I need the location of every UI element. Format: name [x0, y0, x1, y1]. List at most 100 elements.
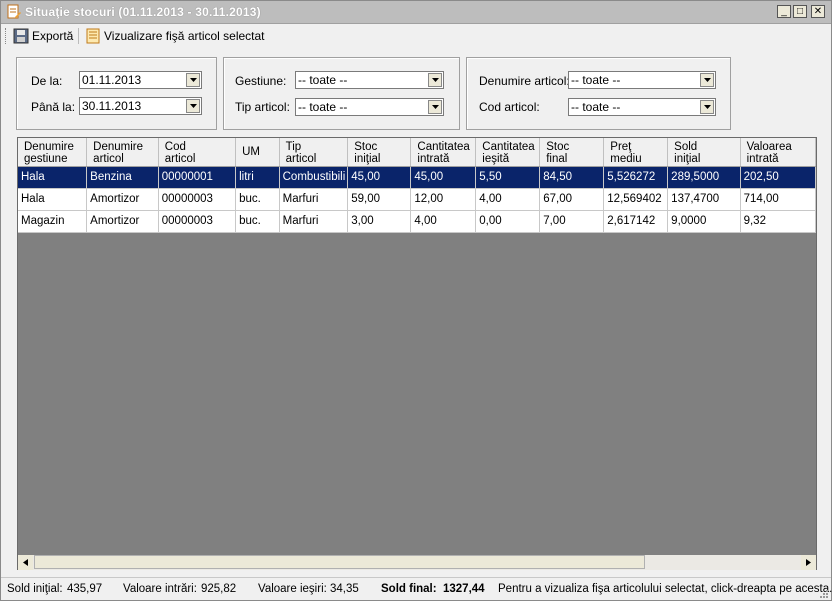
valoare-iesiri-label: Valoare ieşiri:	[258, 583, 327, 595]
from-date-picker[interactable]: 01.11.2013	[79, 71, 202, 89]
view-sheet-label: Vizualizare fişă articol selectat	[104, 29, 265, 43]
denumire-articol-value: -- toate --	[571, 73, 621, 87]
column-header-line2: gestiune	[24, 153, 68, 165]
article-filter-panel: Denumire articol: -- toate -- Cod artico…	[466, 57, 731, 130]
horizontal-scrollbar[interactable]	[18, 555, 816, 570]
scroll-right-arrow-icon[interactable]	[801, 555, 816, 570]
table-cell: buc.	[235, 188, 280, 211]
column-header[interactable]: Sold iniţial	[667, 138, 741, 167]
minimize-button[interactable]: _	[777, 5, 791, 18]
table-body: Hala Benzina 00000001 litri Combustibili 45,0…	[18, 166, 816, 233]
toolbar-separator	[78, 28, 79, 44]
gestiune-filter-panel: Gestiune: -- toate -- Tip articol: -- to…	[223, 57, 460, 130]
column-header[interactable]: Valoarea intrată	[740, 138, 816, 167]
table-cell: Combustibili	[279, 166, 349, 189]
export-button[interactable]: Exportă	[13, 27, 73, 45]
gestiune-value: -- toate --	[298, 73, 348, 87]
document-sheet-icon	[86, 28, 100, 44]
to-date-picker[interactable]: 30.11.2013	[79, 97, 202, 115]
cod-articol-select[interactable]: -- toate --	[568, 98, 716, 116]
column-header[interactable]: Denumire articol	[86, 138, 159, 167]
table-cell: Hala	[18, 188, 88, 211]
column-header-line1: UM	[242, 145, 261, 158]
column-header[interactable]: Preţ mediu	[603, 138, 669, 167]
table-cell: 0,00	[475, 210, 541, 233]
column-header-line1: Denumire	[24, 141, 74, 153]
from-date-value: 01.11.2013	[82, 73, 142, 87]
gestiune-label: Gestiune:	[235, 74, 287, 88]
table-cell: 289,5000	[667, 166, 741, 189]
resize-grip-icon[interactable]	[818, 588, 828, 598]
table-header-row: Denumire gestiune Denumire articol Cod artico…	[18, 138, 816, 167]
chevron-down-icon[interactable]	[700, 100, 714, 114]
column-header[interactable]: Tip articol	[279, 138, 349, 167]
table-cell: 3,00	[347, 210, 412, 233]
column-header[interactable]: Stoc final	[539, 138, 605, 167]
valoare-intrari-label: Valoare intrări:	[123, 583, 197, 595]
sold-initial-label: Sold iniţial:	[7, 583, 63, 595]
table-cell: 45,00	[347, 166, 412, 189]
view-sheet-button[interactable]: Vizualizare fişă articol selectat	[85, 27, 265, 45]
floppy-disk-icon	[13, 28, 29, 44]
window-title: Situaţie stocuri (01.11.2013 - 30.11.201…	[25, 5, 261, 19]
column-header[interactable]: Cantitatea ieşită	[475, 138, 541, 167]
chevron-down-icon[interactable]	[428, 100, 442, 114]
column-header[interactable]: Cantitatea intrată	[410, 138, 477, 167]
table-cell: 5,526272	[603, 166, 669, 189]
valoare-iesiri-value: 34,35	[330, 583, 359, 595]
table-cell: Hala	[18, 166, 88, 189]
table-cell: 00000003	[158, 188, 237, 211]
title-bar[interactable]: Situaţie stocuri (01.11.2013 - 30.11.201…	[1, 1, 831, 24]
column-header-line1: Stoc	[546, 141, 570, 153]
from-date-label: De la:	[31, 74, 63, 88]
chevron-down-icon[interactable]	[186, 73, 200, 87]
close-button[interactable]: ✕	[811, 5, 825, 18]
table-cell: 9,0000	[667, 210, 741, 233]
table-row[interactable]: Magazin Amortizor 00000003 buc. Marfuri 3,00 4…	[18, 210, 816, 233]
table-cell: Amortizor	[86, 188, 159, 211]
table-cell: Magazin	[18, 210, 88, 233]
table-row[interactable]: Hala Benzina 00000001 litri Combustibili 45,0…	[18, 166, 816, 189]
column-header-line1: Cantitatea	[417, 141, 470, 153]
column-header-line1: Cod	[164, 141, 186, 153]
table-cell: 7,00	[539, 210, 605, 233]
denumire-articol-label: Denumire articol:	[479, 74, 570, 88]
cod-articol-value: -- toate --	[571, 100, 621, 114]
stock-grid[interactable]: Denumire gestiune Denumire articol Cod artico…	[17, 137, 817, 570]
column-header[interactable]: Denumire gestiune	[18, 138, 88, 167]
cod-articol-label: Cod articol:	[479, 100, 540, 114]
main-window: Situaţie stocuri (01.11.2013 - 30.11.201…	[0, 0, 832, 601]
table-cell: 714,00	[740, 188, 816, 211]
toolbar-grip[interactable]	[5, 28, 8, 44]
column-header-line1: Valoarea	[746, 141, 792, 153]
toolbar: Exportă Vizualizare fişă articol selecta…	[1, 24, 831, 48]
table-cell: 9,32	[740, 210, 816, 233]
chevron-down-icon[interactable]	[700, 73, 714, 87]
column-header[interactable]: Cod articol	[158, 138, 237, 167]
column-header[interactable]: Stoc iniţial	[347, 138, 412, 167]
table-cell: 00000001	[158, 166, 237, 189]
chevron-down-icon[interactable]	[428, 73, 442, 87]
table-cell: 67,00	[539, 188, 605, 211]
table-cell: Marfuri	[279, 188, 349, 211]
column-header-line1: Stoc	[354, 141, 378, 153]
column-header[interactable]: UM	[235, 138, 280, 167]
column-header-line2: iniţial	[674, 153, 701, 165]
denumire-articol-select[interactable]: -- toate --	[568, 71, 716, 89]
column-header-line1: Sold	[674, 141, 698, 153]
column-header-line2: intrată	[746, 153, 779, 165]
table-cell: 137,4700	[667, 188, 741, 211]
table-row[interactable]: Hala Amortizor 00000003 buc. Marfuri 59,00 12,…	[18, 188, 816, 211]
table-cell: Amortizor	[86, 210, 159, 233]
scrollbar-thumb[interactable]	[34, 555, 645, 569]
tip-articol-select[interactable]: -- toate --	[295, 98, 444, 116]
scroll-left-arrow-icon[interactable]	[18, 555, 33, 570]
column-header-line2: articol	[285, 153, 317, 165]
column-header-line1: Cantitatea	[482, 141, 535, 153]
tip-articol-value: -- toate --	[298, 100, 348, 114]
chevron-down-icon[interactable]	[186, 99, 200, 113]
column-header-line1: Denumire	[93, 141, 144, 153]
maximize-button[interactable]: □	[793, 5, 807, 18]
gestiune-select[interactable]: -- toate --	[295, 71, 444, 89]
table-cell: litri	[235, 166, 280, 189]
